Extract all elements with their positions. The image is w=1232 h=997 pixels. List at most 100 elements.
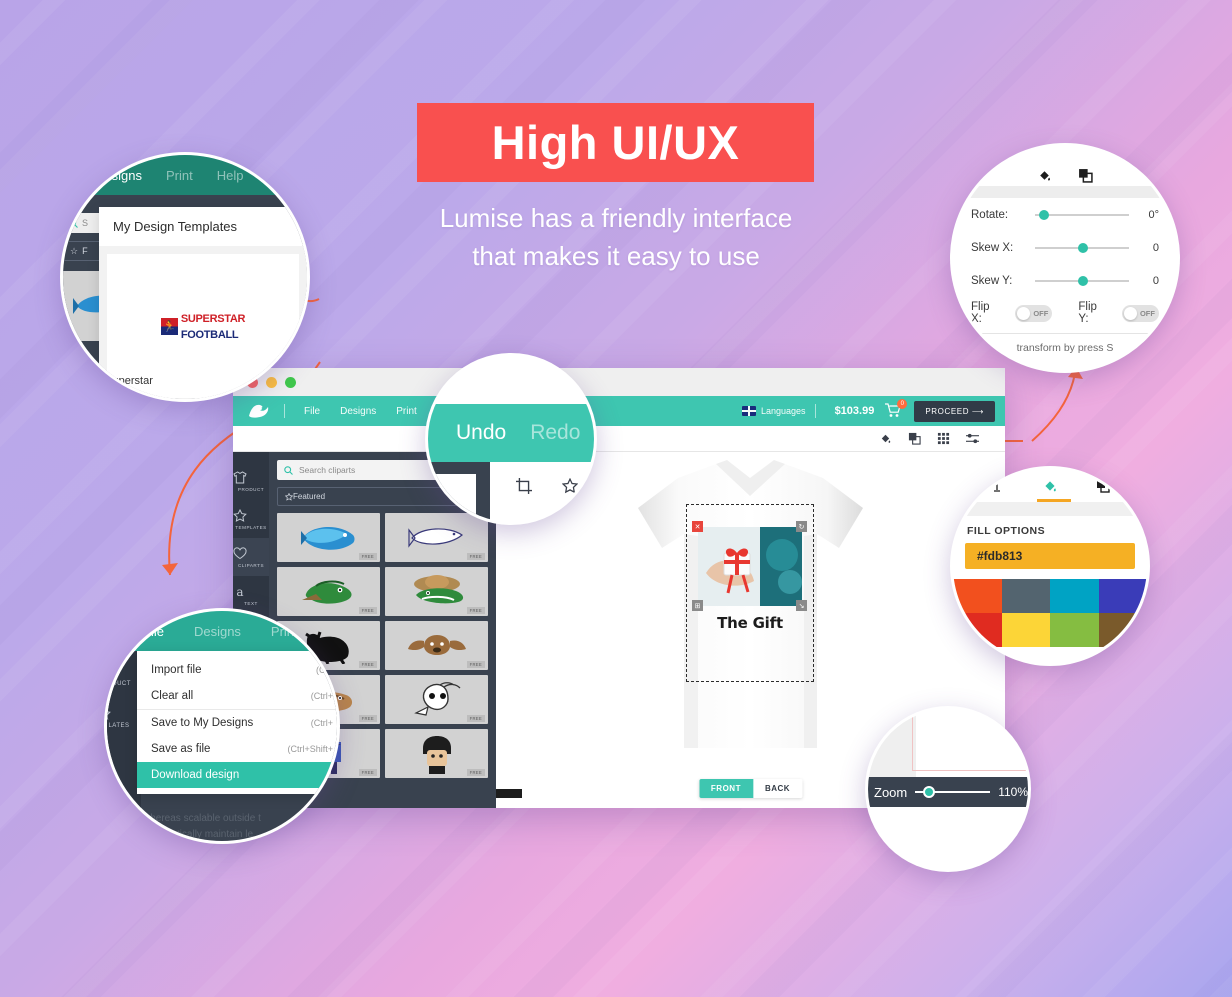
layers-icon[interactable] bbox=[1096, 479, 1110, 493]
svg-text:a: a bbox=[236, 585, 243, 598]
menu-item-shortcut: (Ctrl+ bbox=[310, 718, 333, 728]
flip-y-toggle[interactable]: OFF bbox=[1121, 304, 1159, 322]
bubble-menubar: Designs Print Help bbox=[63, 155, 307, 195]
color-swatch[interactable] bbox=[1098, 613, 1147, 647]
canvas-side-tab[interactable] bbox=[496, 789, 522, 798]
text-icon: a bbox=[233, 585, 269, 598]
skew-x-knob[interactable] bbox=[1078, 242, 1089, 253]
duplicate-handle-icon[interactable]: ⊞ bbox=[692, 600, 703, 611]
menu-item-shortcut: (Ctrl bbox=[316, 665, 333, 675]
skew-y-label: Skew Y: bbox=[971, 274, 1013, 287]
skew-y-value: 0 bbox=[1152, 274, 1159, 287]
zoom-slider[interactable] bbox=[915, 786, 991, 798]
menu-item-label: Import file bbox=[151, 664, 202, 676]
transform-icon[interactable] bbox=[966, 432, 979, 445]
clipart-free-badge: FREE bbox=[358, 553, 377, 560]
sidebar-item-product[interactable]: PRODUCT bbox=[233, 462, 269, 500]
menu-item-label: Save as file bbox=[151, 743, 211, 755]
app-menubar: File Designs Print Help Languages $103.9… bbox=[233, 396, 1005, 426]
skew-y-slider[interactable] bbox=[1035, 275, 1129, 286]
gift-photo[interactable] bbox=[698, 527, 802, 606]
zoom-knob[interactable] bbox=[923, 786, 936, 798]
heart-icon bbox=[233, 547, 269, 560]
menu-item-save-as-file[interactable]: Save as file (Ctrl+Shift+ bbox=[137, 736, 337, 762]
menu-print[interactable]: Print bbox=[386, 406, 427, 417]
window-titlebar bbox=[233, 368, 1005, 396]
menu-item-clear-all[interactable]: Clear all (Ctrl+ bbox=[137, 683, 337, 709]
color-swatch[interactable] bbox=[953, 579, 1002, 613]
product-side-toggle: FRONT BACK bbox=[698, 779, 803, 798]
color-swatch[interactable] bbox=[1001, 613, 1050, 647]
template-caption: superstar bbox=[107, 375, 153, 387]
menu-item-import-file[interactable]: Import file (Ctrl bbox=[137, 657, 337, 683]
cart-button[interactable]: 0 bbox=[884, 399, 908, 420]
color-swatch[interactable] bbox=[1050, 579, 1099, 613]
back-side-button[interactable]: BACK bbox=[752, 779, 803, 798]
skew-x-row: Skew X: 0 bbox=[953, 231, 1177, 264]
redo-button[interactable]: Redo bbox=[530, 421, 580, 445]
fill-bucket-icon[interactable] bbox=[879, 432, 892, 445]
menu-designs[interactable]: Designs bbox=[330, 406, 386, 417]
clipart-item[interactable]: FREE bbox=[385, 675, 488, 724]
canvas-guide-horizontal bbox=[912, 770, 1028, 771]
menu-file[interactable]: File bbox=[294, 406, 330, 417]
skew-x-slider[interactable] bbox=[1035, 242, 1129, 253]
clipart-item[interactable]: FREE bbox=[385, 729, 488, 778]
color-swatch[interactable] bbox=[1098, 579, 1147, 613]
menu-item-save-to-my-designs[interactable]: Save to My Designs (Ctrl+ bbox=[137, 709, 337, 736]
layers-icon[interactable] bbox=[1078, 168, 1093, 183]
design-text[interactable]: The Gift bbox=[698, 614, 802, 632]
menu-item-shortcut: (Ctrl+ bbox=[310, 691, 333, 701]
brand-logo-icon[interactable] bbox=[243, 400, 275, 422]
file-dropdown-menu: Import file (Ctrl Clear all (Ctrl+ Save … bbox=[137, 651, 337, 794]
flip-y-label: Flip Y: bbox=[1078, 301, 1097, 325]
subtitle-line-1: Lumise has a friendly interface bbox=[439, 203, 793, 233]
grid-icon[interactable] bbox=[937, 432, 950, 445]
crop-icon[interactable] bbox=[516, 478, 532, 494]
bubble-menu-designs[interactable]: Designs bbox=[194, 624, 241, 639]
sidebar-item-templates[interactable]: TEMPLATES bbox=[233, 500, 269, 538]
bubble-menu-print[interactable]: Print bbox=[166, 168, 193, 183]
clipart-free-badge: FREE bbox=[466, 553, 485, 560]
skew-x-label: Skew X: bbox=[971, 241, 1014, 254]
undo-button[interactable]: Undo bbox=[456, 421, 506, 445]
hex-color-field[interactable]: #fdb813 bbox=[965, 543, 1135, 569]
player-icon: 🏃 bbox=[160, 317, 178, 335]
clipart-item[interactable]: FREE bbox=[385, 621, 488, 670]
proceed-button[interactable]: PROCEED ⟶ bbox=[914, 400, 995, 422]
sidebar-item-cliparts[interactable]: CLIPARTS bbox=[233, 538, 269, 576]
rotate-slider[interactable] bbox=[1035, 209, 1129, 220]
bubble-menu-designs[interactable]: Designs bbox=[95, 168, 142, 183]
sidebar-item-product[interactable]: ODUCT bbox=[107, 651, 141, 693]
fill-bucket-icon[interactable] bbox=[1037, 168, 1052, 183]
search-icon bbox=[284, 465, 293, 475]
clipart-item[interactable]: FREE bbox=[277, 567, 380, 616]
menu-item-download-design[interactable]: Download design bbox=[137, 762, 337, 788]
superstar-football-logo: 🏃 SUPERSTAR FOOTBALL bbox=[160, 310, 245, 342]
menu-item-shortcut: (Ctrl+Shift+ bbox=[287, 744, 333, 754]
bubble-menu-file[interactable]: File bbox=[143, 624, 164, 639]
bubble-menu-print[interactable]: Print bbox=[271, 624, 298, 639]
rotate-handle-icon[interactable]: ↻ bbox=[796, 521, 807, 532]
skew-y-knob[interactable] bbox=[1078, 275, 1089, 286]
fill-bucket-icon[interactable] bbox=[1042, 478, 1058, 494]
transform-hint: transform by press S bbox=[953, 333, 1177, 354]
callout-file-menu: ODUCT LATES File Designs Print Import fi… bbox=[104, 608, 340, 844]
resize-handle-icon[interactable]: ↘ bbox=[796, 600, 807, 611]
bubble-menu-help[interactable]: Help bbox=[217, 168, 244, 183]
delete-handle-icon[interactable]: ✕ bbox=[692, 521, 703, 532]
clipart-item[interactable]: FREE bbox=[385, 567, 488, 616]
language-selector[interactable]: Languages bbox=[742, 406, 806, 416]
rotate-knob[interactable] bbox=[1038, 209, 1049, 220]
star-icon[interactable] bbox=[562, 478, 578, 494]
text-icon[interactable] bbox=[990, 479, 1004, 493]
flip-x-toggle[interactable]: OFF bbox=[1015, 304, 1053, 322]
color-swatch[interactable] bbox=[1050, 613, 1099, 647]
sidebar-item-templates[interactable]: LATES bbox=[107, 693, 141, 735]
clipart-item[interactable]: FREE bbox=[277, 513, 380, 562]
layers-icon[interactable] bbox=[908, 432, 921, 445]
color-swatch[interactable] bbox=[953, 613, 1002, 647]
color-swatch[interactable] bbox=[1001, 579, 1050, 613]
front-side-button[interactable]: FRONT bbox=[698, 779, 753, 798]
fill-tabs bbox=[953, 469, 1147, 499]
